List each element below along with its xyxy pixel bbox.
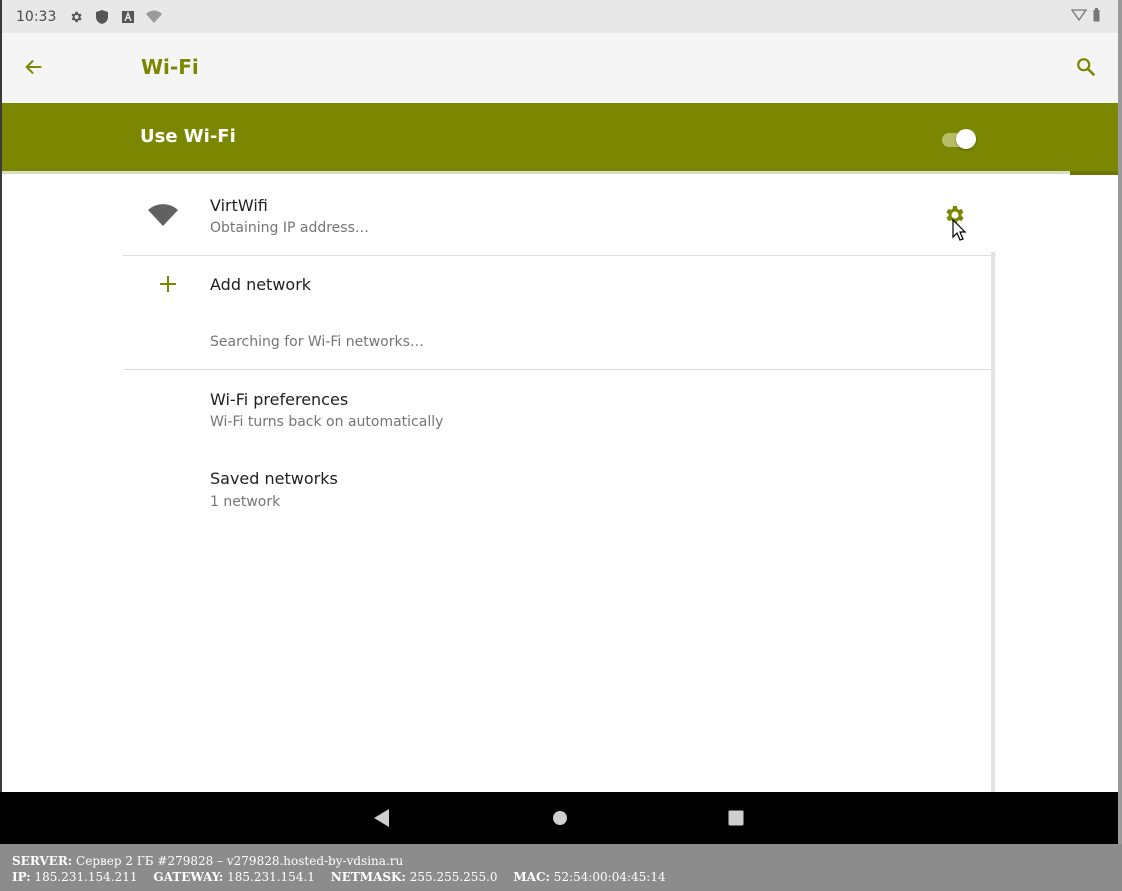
master-divider-accent — [1070, 171, 1118, 175]
recents-square-icon — [728, 810, 744, 826]
add-network-label: Add network — [210, 275, 312, 294]
page-title: Wi-Fi — [141, 55, 199, 79]
saved-networks-row[interactable]: Saved networks 1 network — [2, 450, 1002, 528]
saved-networks-summary: 1 network — [210, 494, 281, 510]
status-time: 10:33 — [16, 8, 57, 25]
server-info-strip: SERVER: Сервер 2 ГБ #279828 – v279828.ho… — [0, 844, 1122, 891]
mouse-cursor-icon — [952, 219, 967, 241]
status-bar: 10:33 — [2, 0, 1118, 33]
wifi-preferences-row[interactable]: Wi-Fi preferences Wi-Fi turns back on au… — [2, 370, 1002, 448]
server-label: SERVER: — [12, 854, 73, 868]
network-name: VirtWifi — [210, 196, 268, 215]
network-line: IP: 185.231.154.211 GATEWAY: 185.231.154… — [12, 869, 1110, 885]
plus-icon — [160, 276, 176, 296]
network-row-virtwifi[interactable]: VirtWifi Obtaining IP address… — [2, 176, 1002, 254]
signal-outline-icon — [1070, 8, 1088, 26]
arrow-left-icon — [25, 59, 42, 75]
server-value: Сервер 2 ГБ #279828 – v279828.hosted-by-… — [76, 854, 404, 868]
nav-back-button[interactable] — [366, 802, 398, 834]
mac-label: MAC: — [513, 870, 550, 884]
gear-icon — [68, 9, 84, 25]
nav-home-button[interactable] — [544, 802, 576, 834]
master-divider — [2, 171, 1070, 174]
scrollbar[interactable] — [991, 252, 995, 792]
gateway-value: 185.231.154.1 — [227, 870, 315, 884]
server-line: SERVER: Сервер 2 ГБ #279828 – v279828.ho… — [12, 853, 1110, 869]
wifi-preferences-summary: Wi-Fi turns back on automatically — [210, 414, 444, 430]
mac-value: 52:54:00:04:45:14 — [553, 870, 666, 884]
search-icon — [1077, 58, 1096, 77]
use-wifi-label: Use Wi-Fi — [140, 126, 236, 147]
shield-icon — [94, 9, 110, 25]
searching-label: Searching for Wi-Fi networks… — [210, 334, 424, 350]
saved-networks-title: Saved networks — [210, 469, 338, 488]
a-box-icon — [120, 9, 136, 25]
home-circle-icon — [553, 811, 567, 825]
use-wifi-switch-bar[interactable]: Use Wi-Fi — [2, 103, 1118, 173]
search-button[interactable] — [1068, 49, 1104, 85]
window-frame-right — [1118, 0, 1122, 844]
ip-value: 185.231.154.211 — [34, 870, 138, 884]
wifi-signal-icon — [148, 204, 178, 230]
network-status: Obtaining IP address… — [210, 220, 369, 236]
use-wifi-toggle[interactable] — [940, 127, 978, 151]
status-right-icons — [1070, 8, 1100, 26]
searching-row: Searching for Wi-Fi networks… — [2, 314, 1002, 369]
nav-recents-button[interactable] — [720, 802, 752, 834]
netmask-value: 255.255.255.0 — [409, 870, 498, 884]
battery-icon — [1093, 8, 1100, 26]
netmask-label: NETMASK: — [330, 870, 406, 884]
wifi-question-icon — [146, 9, 163, 25]
app-toolbar: Wi-Fi — [2, 33, 1118, 103]
navigation-bar — [0, 792, 1118, 844]
toggle-thumb — [956, 129, 976, 149]
wifi-preferences-title: Wi-Fi preferences — [210, 390, 349, 409]
ip-label: IP: — [12, 870, 31, 884]
gateway-label: GATEWAY: — [153, 870, 224, 884]
back-button[interactable] — [16, 49, 52, 85]
back-triangle-icon — [374, 809, 389, 827]
add-network-row[interactable]: Add network — [2, 256, 1002, 314]
